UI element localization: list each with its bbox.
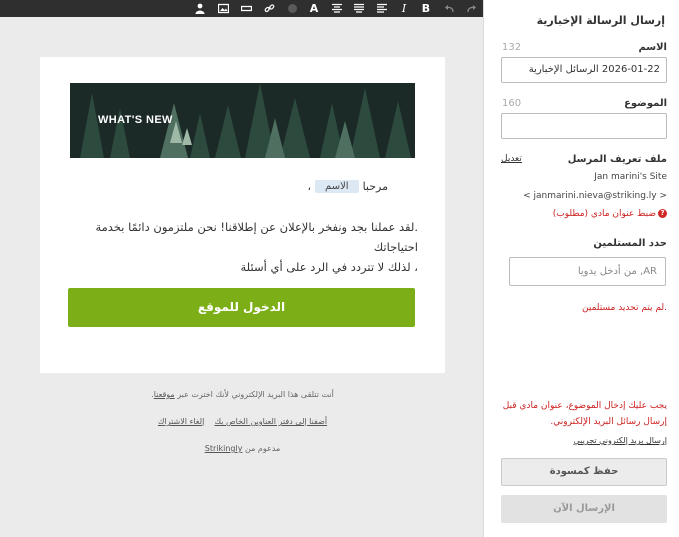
sender-address-error[interactable]: ?ضبط عنوان مادي (مطلوب) [553,209,667,219]
align-justify-icon[interactable] [351,0,367,17]
footer-links: أضفنا إلى دفتر العناوين الخاص بك إلغاء ا… [40,417,445,426]
send-test-email-link[interactable]: إرسال بريد إلكتروني تجريبي [573,436,667,445]
send-now-button[interactable]: الإرسال الآن [501,495,667,523]
greeting-line[interactable]: مرحبا الاسم ، [307,180,388,193]
subject-field[interactable] [501,113,667,139]
sender-profile-label: ملف تعريف المرسل [567,154,667,165]
our-site-link[interactable]: موقعنا [154,390,175,399]
align-left-icon[interactable] [374,0,390,17]
body-paragraph[interactable]: .لقد عملنا بجد ونفخر بالإعلان عن إطلاقنا… [68,217,418,277]
header-banner-image[interactable]: WHAT'S NEW [70,83,415,158]
undo-icon[interactable] [441,0,457,17]
send-warning-line2: إرسال رسائل البريد الإلكتروني. [550,417,667,427]
add-to-addressbook-link[interactable]: أضفنا إلى دفتر العناوين الخاص بك [214,417,327,426]
greeting-comma: ، [307,180,312,193]
name-merge-tag[interactable]: الاسم [315,180,359,193]
italic-icon[interactable]: I [396,0,412,17]
save-draft-button[interactable]: حفظ كمسودة [501,458,667,486]
error-icon: ? [658,209,667,218]
powered-by-text: مدعوم من [244,444,281,453]
subject-label: الموضوع [624,98,667,109]
image-icon[interactable] [215,0,231,17]
strikingly-link[interactable]: Strikingly [205,444,243,453]
unsubscribe-link[interactable]: إلغاء الاشتراك [158,417,204,426]
color-dot-icon[interactable] [284,0,300,17]
paragraph-line: .لقد عملنا بجد ونفخر بالإعلان عن إطلاقنا… [95,220,418,254]
sender-name: Jan marini's Site [594,172,667,182]
recipients-field[interactable]: AR, من أدخل يدويا [509,257,666,286]
enter-site-button[interactable]: الدخول للموقع [68,288,415,327]
name-char-count: 132 [502,42,522,53]
banner-title: WHAT'S NEW [98,114,173,126]
sender-email: < janmarini.nieva@striking.ly > [523,191,667,201]
person-icon[interactable] [192,0,208,17]
name-label: الاسم [638,42,667,53]
editor-toolbar: A I B [0,0,483,17]
email-canvas: WHAT'S NEW مرحبا الاسم ، .لقد عملنا بجد … [0,17,483,537]
recipients-label: حدد المستلمين [593,238,667,249]
subject-char-count: 160 [502,98,522,109]
footer-powered: مدعوم من Strikingly [40,444,445,453]
redo-icon[interactable] [463,0,479,17]
align-center-icon[interactable] [329,0,345,17]
send-newsletter-panel: إرسال الرسالة الإخبارية الاسم 132 2026-0… [483,0,679,537]
greeting-text: مرحبا [362,180,388,193]
bold-icon[interactable]: B [418,0,434,17]
edit-sender-link[interactable]: تعديل [501,154,522,164]
footer-notice: أنت تتلقى هذا البريد الإلكتروني لأنك اخت… [40,390,445,399]
paragraph-line: ، لذلك لا تتردد في الرد على أي أسئلة [240,260,418,274]
no-recipients-error: .لم يتم تحديد مستلمين [582,303,667,313]
link-icon[interactable] [261,0,277,17]
email-card: WHAT'S NEW مرحبا الاسم ، .لقد عملنا بجد … [40,57,445,373]
footer-notice-text: أنت تتلقى هذا البريد الإلكتروني لأنك اخت… [177,390,334,399]
send-warning-line1: يجب عليك إدخال الموضوع، عنوان مادي قبل [502,401,667,411]
sender-address-error-text: ضبط عنوان مادي (مطلوب) [552,209,656,219]
name-field[interactable]: 2026-01-22 الرسائل الإخبارية [501,57,667,83]
divider-icon[interactable] [238,0,254,17]
panel-title: إرسال الرسالة الإخبارية [536,14,665,27]
font-icon[interactable]: A [306,0,322,17]
